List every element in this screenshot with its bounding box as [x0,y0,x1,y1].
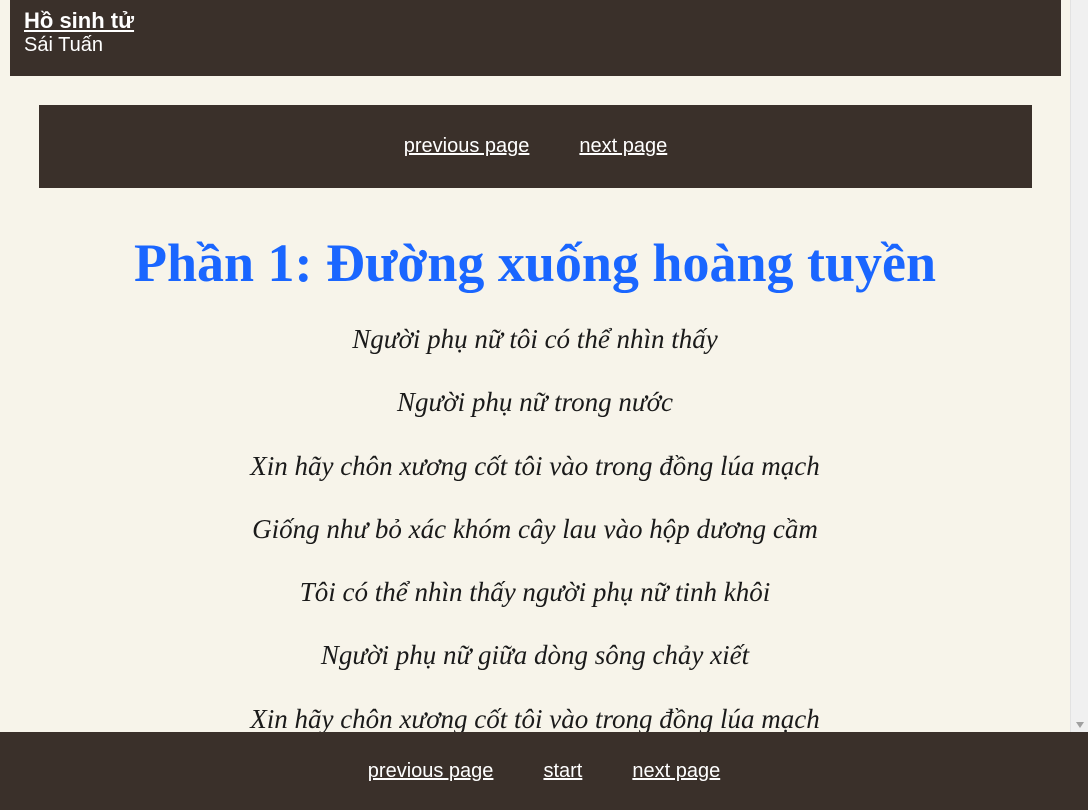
verse-line: Người phụ nữ tôi có thể nhìn thấy [352,324,718,354]
verse-line: Người phụ nữ trong nước [397,387,673,418]
next-page-link[interactable]: next page [579,135,667,158]
footer-start-link[interactable]: start [543,760,582,783]
book-header: Hồ sinh tử Sái Tuấn [10,0,1061,76]
footer-next-page-link[interactable]: next page [632,760,720,783]
previous-page-link[interactable]: previous page [404,135,530,158]
vertical-scrollbar[interactable] [1070,0,1088,732]
book-title-link[interactable]: Hồ sinh tử [24,8,134,34]
verse-line: Người phụ nữ giữa dòng sông chảy xiết [320,640,750,671]
verse-list: Người phụ nữ tôi có thể nhìn thấy Người … [0,323,1070,766]
reader-viewport: Hồ sinh tử Sái Tuấn previous page next p… [0,0,1088,810]
book-author: Sái Tuấn [24,34,103,56]
chapter-title: Phần 1: Đường xuống hoàng tuyền [133,233,936,293]
verse-line: Giống như bỏ xác khóm cây lau vào hộp dư… [252,513,818,544]
footer-navigation: previous page start next page [0,732,1088,810]
verse-line: Tôi có thể nhìn thấy người phụ nữ tinh k… [299,577,771,608]
scroll-down-arrow-icon[interactable] [1076,722,1084,728]
chapter-content: Phần 1: Đường xuống hoàng tuyền Người ph… [0,225,1070,766]
verse-line: Xin hãy chôn xương cốt tôi vào trong đồn… [250,450,820,481]
footer-previous-page-link[interactable]: previous page [368,760,494,783]
top-page-navigation: previous page next page [39,105,1032,188]
